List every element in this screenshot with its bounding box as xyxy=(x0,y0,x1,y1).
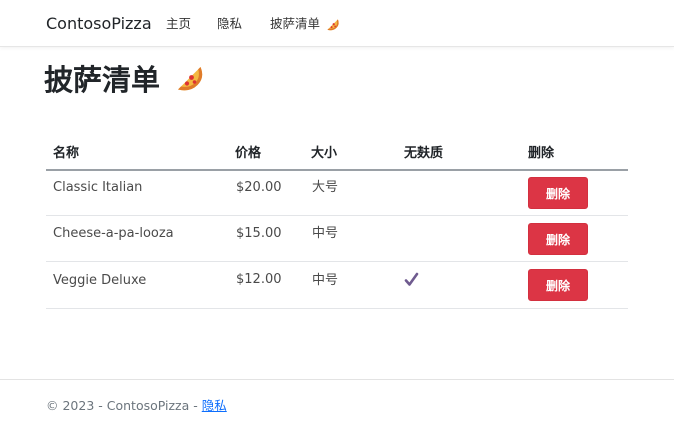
page-title: 披萨清单 xyxy=(44,63,161,97)
pizza-size: 中号 xyxy=(312,273,339,288)
row-divider xyxy=(46,261,628,262)
footer-privacy-link[interactable]: 隐私 xyxy=(202,398,227,413)
delete-button[interactable]: 删除 xyxy=(528,177,588,209)
pizza-price: $12.00 xyxy=(236,272,282,287)
brand-link[interactable]: ContosoPizza xyxy=(46,14,152,34)
row-divider xyxy=(46,215,628,216)
pizza-price: $20.00 xyxy=(236,180,282,195)
header-size: 大小 xyxy=(311,146,338,161)
check-icon xyxy=(404,272,419,291)
pizza-name: Classic Italian xyxy=(53,180,143,195)
header-gluten-free: 无麸质 xyxy=(404,146,444,161)
nav-pizza-list-link[interactable]: 披萨清单 xyxy=(270,16,340,32)
navbar: ContosoPizza 主页 隐私 披萨清单 xyxy=(0,0,674,47)
header-price: 价格 xyxy=(235,146,262,161)
pizza-name: Veggie Deluxe xyxy=(53,273,147,288)
row-divider xyxy=(46,308,628,309)
pizza-size: 大号 xyxy=(312,180,339,195)
nav-home-link[interactable]: 主页 xyxy=(166,16,191,32)
nav-privacy-link[interactable]: 隐私 xyxy=(217,16,242,32)
footer-divider xyxy=(0,379,674,380)
pizza-icon xyxy=(326,18,340,32)
pizza-size: 中号 xyxy=(312,226,339,241)
header-name: 名称 xyxy=(53,146,80,161)
delete-button[interactable]: 删除 xyxy=(528,269,588,301)
header-delete: 删除 xyxy=(528,146,555,161)
nav-pizza-list-label: 披萨清单 xyxy=(270,16,321,31)
pizza-name: Cheese-a-pa-looza xyxy=(53,226,174,241)
footer-copyright: © 2023 - ContosoPizza - xyxy=(46,398,202,413)
table-header-divider xyxy=(46,169,628,171)
pizza-price: $15.00 xyxy=(236,226,282,241)
delete-button[interactable]: 删除 xyxy=(528,223,588,255)
pizza-icon xyxy=(175,64,205,94)
footer: © 2023 - ContosoPizza - 隐私 xyxy=(46,398,227,414)
